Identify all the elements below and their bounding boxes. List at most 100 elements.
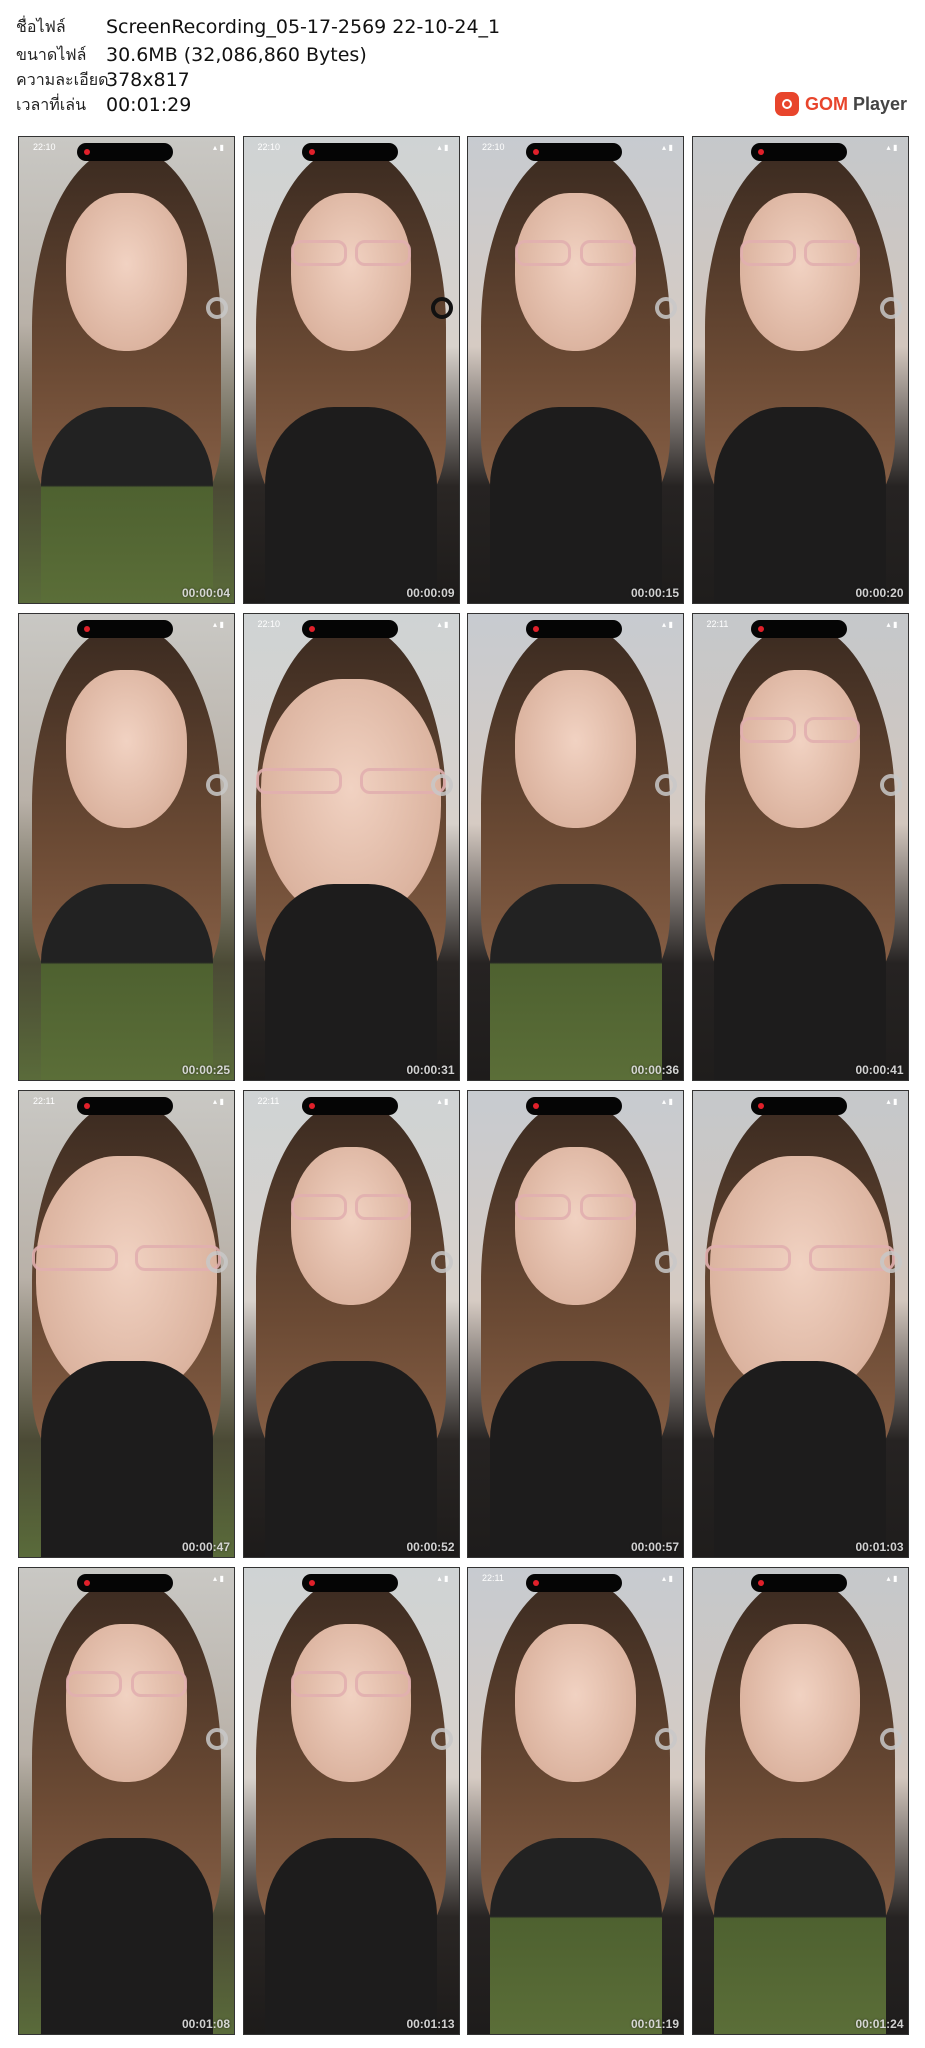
thumbnail-frame: ▴ ▮ 00:00:20: [691, 136, 909, 604]
phone-status-bar: ▴ ▮: [244, 1568, 459, 1592]
phone-status-bar: ▴ ▮: [19, 614, 234, 638]
thumbnail-frame: ▴ ▮ 00:00:36: [467, 613, 684, 1081]
signal-battery-icon: ▴ ▮: [213, 1097, 224, 1106]
phone-status-bar: ▴ ▮: [693, 137, 908, 161]
thumbnail-frame: ▴ ▮ 00:01:13: [242, 1567, 460, 2035]
glasses-lens: [739, 716, 796, 743]
video-frame-image: [19, 1091, 234, 1557]
recording-indicator-icon: [750, 1097, 847, 1115]
video-frame-image: [692, 1568, 908, 2034]
phone-status-bar: 22:10 ▴ ▮: [19, 137, 234, 161]
glasses-lens: [290, 239, 347, 266]
thumbnail-timecode: 00:00:25: [181, 1063, 230, 1077]
signal-battery-icon: ▴ ▮: [437, 620, 449, 629]
floating-record-button-icon: [206, 774, 228, 796]
video-frame-image: [468, 614, 683, 1080]
thumbnail-frame: 22:11 ▴ ▮ 00:01:19: [467, 1567, 684, 2035]
status-clock: 22:10: [257, 619, 281, 629]
thumbnail-timecode: 00:00:47: [181, 1540, 230, 1554]
thumbnail-frame: 22:11 ▴ ▮ 00:00:52: [242, 1090, 460, 1558]
thumbnail-timecode: 00:00:36: [630, 1063, 679, 1077]
signal-battery-icon: ▴ ▮: [886, 143, 898, 152]
filename-label: ชื่อไฟล์: [16, 16, 66, 36]
recording-indicator-icon: [526, 1097, 622, 1115]
recording-indicator-icon: [77, 620, 173, 638]
thumbnail-frame: ▴ ▮ 00:00:25: [18, 613, 235, 1081]
signal-battery-icon: ▴ ▮: [437, 1097, 449, 1106]
status-clock: 22:11: [257, 1096, 280, 1106]
glasses-lens: [66, 1670, 123, 1697]
glasses-lens: [579, 239, 636, 266]
logo-brand: GOM: [804, 93, 848, 114]
resolution-row: ความละเอียด 378x817: [16, 67, 190, 93]
thumbnail-frame: 22:10 ▴ ▮ 00:00:09: [242, 136, 460, 604]
thumbnail-frame: ▴ ▮ 00:01:24: [691, 1567, 909, 2035]
video-frame-image: [19, 614, 234, 1080]
glasses-lens: [355, 239, 412, 266]
recording-indicator-icon: [526, 143, 622, 161]
recording-indicator-icon: [301, 1574, 398, 1592]
floating-record-button-icon: [655, 297, 677, 319]
thumbnail-timecode: 00:00:31: [406, 1063, 455, 1077]
thumbnail-timecode: 00:00:52: [406, 1540, 455, 1554]
phone-status-bar: 22:10 ▴ ▮: [468, 137, 683, 161]
video-frame-image: [243, 1091, 459, 1557]
recording-indicator-icon: [750, 1574, 847, 1592]
floating-record-button-icon: [879, 774, 902, 796]
thumbnail-frame: 22:11 ▴ ▮ 00:00:41: [691, 613, 909, 1081]
filesize-value: 30.6MB (32,086,860 Bytes): [106, 44, 367, 66]
thumbnail-frame: 22:11 ▴ ▮ 00:00:47: [18, 1090, 235, 1558]
duration-label: เวลาที่เล่น: [16, 94, 86, 114]
recording-indicator-icon: [77, 1574, 173, 1592]
glasses-lens: [579, 1193, 636, 1220]
floating-record-button-icon: [430, 297, 453, 319]
duration-value: 00:01:29: [106, 94, 192, 116]
duration-row: เวลาที่เล่น 00:01:29: [16, 92, 191, 118]
glasses-lens: [31, 1244, 118, 1271]
recording-indicator-icon: [301, 143, 398, 161]
filesize-label: ขนาดไฟล์: [16, 44, 87, 64]
phone-status-bar: 22:11 ▴ ▮: [693, 614, 908, 638]
glasses-lens: [804, 716, 861, 743]
recording-indicator-icon: [301, 620, 398, 638]
floating-record-button-icon: [430, 1728, 453, 1750]
signal-battery-icon: ▴ ▮: [662, 620, 673, 629]
video-frame-image: [243, 1568, 459, 2034]
floating-record-button-icon: [655, 1251, 677, 1273]
signal-battery-icon: ▴ ▮: [886, 1574, 898, 1583]
recording-indicator-icon: [750, 143, 847, 161]
phone-status-bar: 22:10 ▴ ▮: [244, 137, 459, 161]
signal-battery-icon: ▴ ▮: [437, 1574, 449, 1583]
floating-record-button-icon: [879, 297, 902, 319]
recording-indicator-icon: [750, 620, 847, 638]
recording-indicator-icon: [301, 1097, 398, 1115]
signal-battery-icon: ▴ ▮: [213, 620, 224, 629]
glasses-lens: [515, 239, 572, 266]
video-frame-image: [692, 614, 908, 1080]
recording-indicator-icon: [77, 1097, 173, 1115]
status-clock: 22:10: [257, 142, 281, 152]
status-clock: 22:10: [33, 142, 56, 152]
status-clock: 22:11: [706, 619, 729, 629]
video-frame-image: [243, 614, 459, 1080]
glasses-lens: [290, 1193, 347, 1220]
signal-battery-icon: ▴ ▮: [886, 1097, 898, 1106]
thumbnail-timecode: 00:00:04: [181, 586, 230, 600]
thumbnail-timecode: 00:01:24: [855, 2017, 904, 2031]
thumbnail-timecode: 00:00:15: [630, 586, 679, 600]
gom-player-logo: GOM Player: [774, 92, 907, 116]
video-frame-image: [468, 137, 683, 603]
floating-record-button-icon: [879, 1251, 902, 1273]
signal-battery-icon: ▴ ▮: [213, 143, 224, 152]
floating-record-button-icon: [655, 1728, 677, 1750]
glasses-lens: [739, 239, 796, 266]
filename-value: ScreenRecording_05-17-2569 22-10-24_1: [106, 16, 501, 38]
video-frame-image: [468, 1091, 683, 1557]
status-clock: 22:11: [482, 1573, 504, 1583]
glasses-lens: [804, 239, 861, 266]
phone-status-bar: ▴ ▮: [468, 1091, 683, 1115]
signal-battery-icon: ▴ ▮: [437, 143, 449, 152]
file-info-header: ชื่อไฟล์ ScreenRecording_05-17-2569 22-1…: [0, 0, 925, 132]
thumbnail-timecode: 00:00:20: [855, 586, 904, 600]
resolution-value: 378x817: [106, 69, 190, 91]
